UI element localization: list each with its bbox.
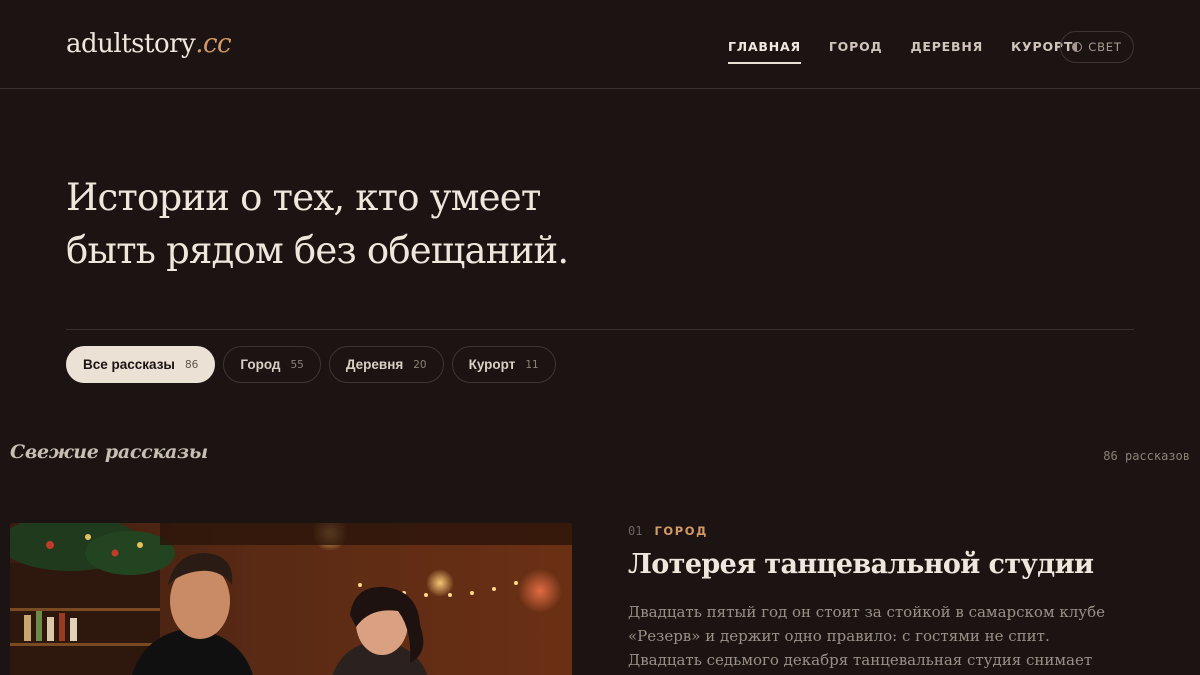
hero-title: Истории о тех, кто умеет быть рядом без … <box>66 171 686 277</box>
logo-tld: .cc <box>195 29 232 59</box>
story-image[interactable] <box>10 523 572 675</box>
filter-chip-resort[interactable]: Курорт 11 <box>451 346 556 383</box>
category-filters: Все рассказы 86 Город 55 Деревня 20 Куро… <box>66 346 556 383</box>
site-header: adultstory.cc ГЛАВНАЯ ГОРОД ДЕРЕВНЯ КУРО… <box>0 0 1200 89</box>
hero-title-line-2: быть рядом без обещаний. <box>66 229 569 272</box>
hero-title-line-1: Истории о тех, кто умеет <box>66 176 541 219</box>
filter-chip-label: Деревня <box>345 357 404 372</box>
main-nav: ГЛАВНАЯ ГОРОД ДЕРЕВНЯ КУРОРТ <box>728 38 1101 64</box>
filter-chip-city[interactable]: Город 55 <box>223 346 321 383</box>
logo-main: adultstory <box>66 29 196 59</box>
hero-divider <box>66 329 1134 330</box>
story-title-link[interactable]: Лотерея танцевальной студии <box>628 549 1094 580</box>
section-title: Свежие рассказы <box>10 441 208 463</box>
story-excerpt: Двадцать пятый год он стоит за стойкой в… <box>628 603 1106 669</box>
story-index: 01 <box>628 524 643 538</box>
nav-item-city[interactable]: ГОРОД <box>829 38 883 64</box>
nav-item-home[interactable]: ГЛАВНАЯ <box>728 38 801 64</box>
site-logo[interactable]: adultstory.cc <box>66 27 232 61</box>
theme-toggle-label: СВЕТ <box>1088 40 1122 54</box>
bar-couple-photo <box>10 523 572 675</box>
filter-chip-label: Все рассказы <box>83 357 175 372</box>
story-meta: 01 ГОРОД <box>628 524 708 538</box>
filter-chip-count: 55 <box>290 358 304 371</box>
section-story-count: 86 рассказов <box>1103 449 1190 463</box>
contrast-half-icon <box>1072 42 1083 52</box>
story-category-link[interactable]: ГОРОД <box>654 524 708 538</box>
filter-chip-count: 11 <box>525 358 539 371</box>
nav-item-village[interactable]: ДЕРЕВНЯ <box>910 38 983 64</box>
filter-chip-count: 20 <box>413 358 427 371</box>
filter-chip-label: Город <box>240 357 281 372</box>
filter-chip-all[interactable]: Все рассказы 86 <box>66 346 216 383</box>
filter-chip-village[interactable]: Деревня 20 <box>328 346 444 383</box>
theme-toggle-button[interactable]: СВЕТ <box>1060 31 1134 63</box>
filter-chip-label: Курорт <box>468 357 516 372</box>
filter-chip-count: 86 <box>184 358 199 371</box>
